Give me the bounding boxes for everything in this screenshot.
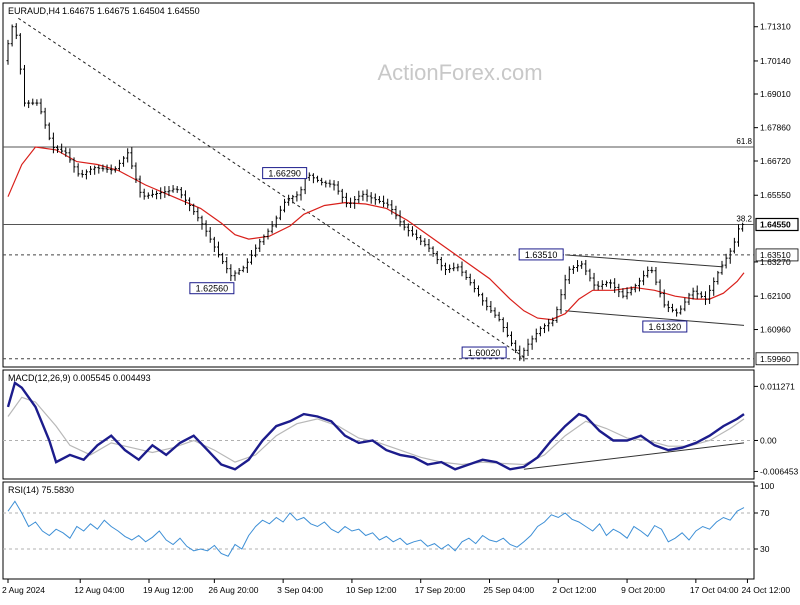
price-panel-title: EURAUD,H4 — [8, 6, 60, 16]
swing-annotation: 1.63510 — [518, 248, 564, 261]
price-axis-label: 1.66720 — [760, 156, 791, 166]
rsi-panel-title: RSI(14) 75.5830 — [8, 485, 74, 495]
x-axis-label: 17 Oct 04:00 — [690, 585, 739, 595]
swing-annotation: 1.66290 — [262, 167, 308, 180]
price-axis-label: 1.63270 — [760, 257, 791, 267]
price-axis-label: 1.62100 — [760, 291, 791, 301]
x-axis-label: 10 Sep 12:00 — [346, 585, 397, 595]
x-axis-label: 24 Oct 12:00 — [741, 585, 790, 595]
swing-annotation: 1.62560 — [189, 282, 235, 295]
price-axis-label: 1.67860 — [760, 123, 791, 133]
price-axis-label: 1.71310 — [760, 22, 791, 32]
fib-level-label: 38.2 — [736, 214, 752, 223]
x-axis-label: 25 Sep 04:00 — [483, 585, 534, 595]
rsi-axis-label: 100 — [760, 481, 774, 491]
swing-annotation: 1.61320 — [642, 320, 688, 333]
x-axis-label: 2 Aug 2024 — [2, 585, 45, 595]
price-axis-label: 1.59960 — [760, 354, 791, 364]
swing-annotation-label: 1.61320 — [649, 322, 682, 332]
swing-annotation-label: 1.63510 — [525, 250, 558, 260]
x-axis-label: 3 Sep 04:00 — [277, 585, 323, 595]
price-axis-label: 1.69010 — [760, 89, 791, 99]
rsi-axis-label: 70 — [760, 508, 770, 518]
x-axis-label: 19 Aug 12:00 — [143, 585, 193, 595]
x-axis-label: 9 Oct 20:00 — [621, 585, 665, 595]
price-axis-label: 1.60960 — [760, 325, 791, 335]
x-axis-label: 12 Aug 04:00 — [74, 585, 124, 595]
swing-annotation-label: 1.66290 — [268, 169, 301, 179]
swing-annotation-label: 1.62560 — [196, 284, 229, 294]
chart-window: ActionForex.com 61.8 38.2 1.66290 1.62560 1… — [0, 0, 800, 600]
price-ohlc-readout: 1.64675 1.64675 1.64504 1.64550 — [62, 6, 200, 16]
chart-canvas: ActionForex.com 61.8 38.2 1.66290 1.62560 1… — [0, 0, 800, 600]
x-axis-label: 2 Oct 12:00 — [552, 585, 596, 595]
macd-axis-label: 0.00 — [760, 435, 777, 445]
rsi-axis-label: 30 — [760, 544, 770, 554]
swing-annotation: 1.60020 — [461, 346, 507, 359]
swing-annotation-label: 1.60020 — [468, 348, 501, 358]
macd-axis-label: -0.006453 — [760, 466, 799, 476]
price-axis-label: 1.64550 — [760, 219, 791, 229]
price-axis-label: 1.65550 — [760, 190, 791, 200]
macd-axis-label: 0.011271 — [760, 381, 795, 391]
watermark-text: ActionForex.com — [377, 60, 542, 85]
macd-panel-title: MACD(12,26,9) 0.005545 0.004493 — [8, 373, 151, 383]
price-axis-label: 1.70140 — [760, 56, 791, 66]
x-axis-label: 17 Sep 20:00 — [415, 585, 466, 595]
fib-level-label: 61.8 — [736, 137, 752, 146]
x-axis-label: 26 Aug 20:00 — [208, 585, 258, 595]
